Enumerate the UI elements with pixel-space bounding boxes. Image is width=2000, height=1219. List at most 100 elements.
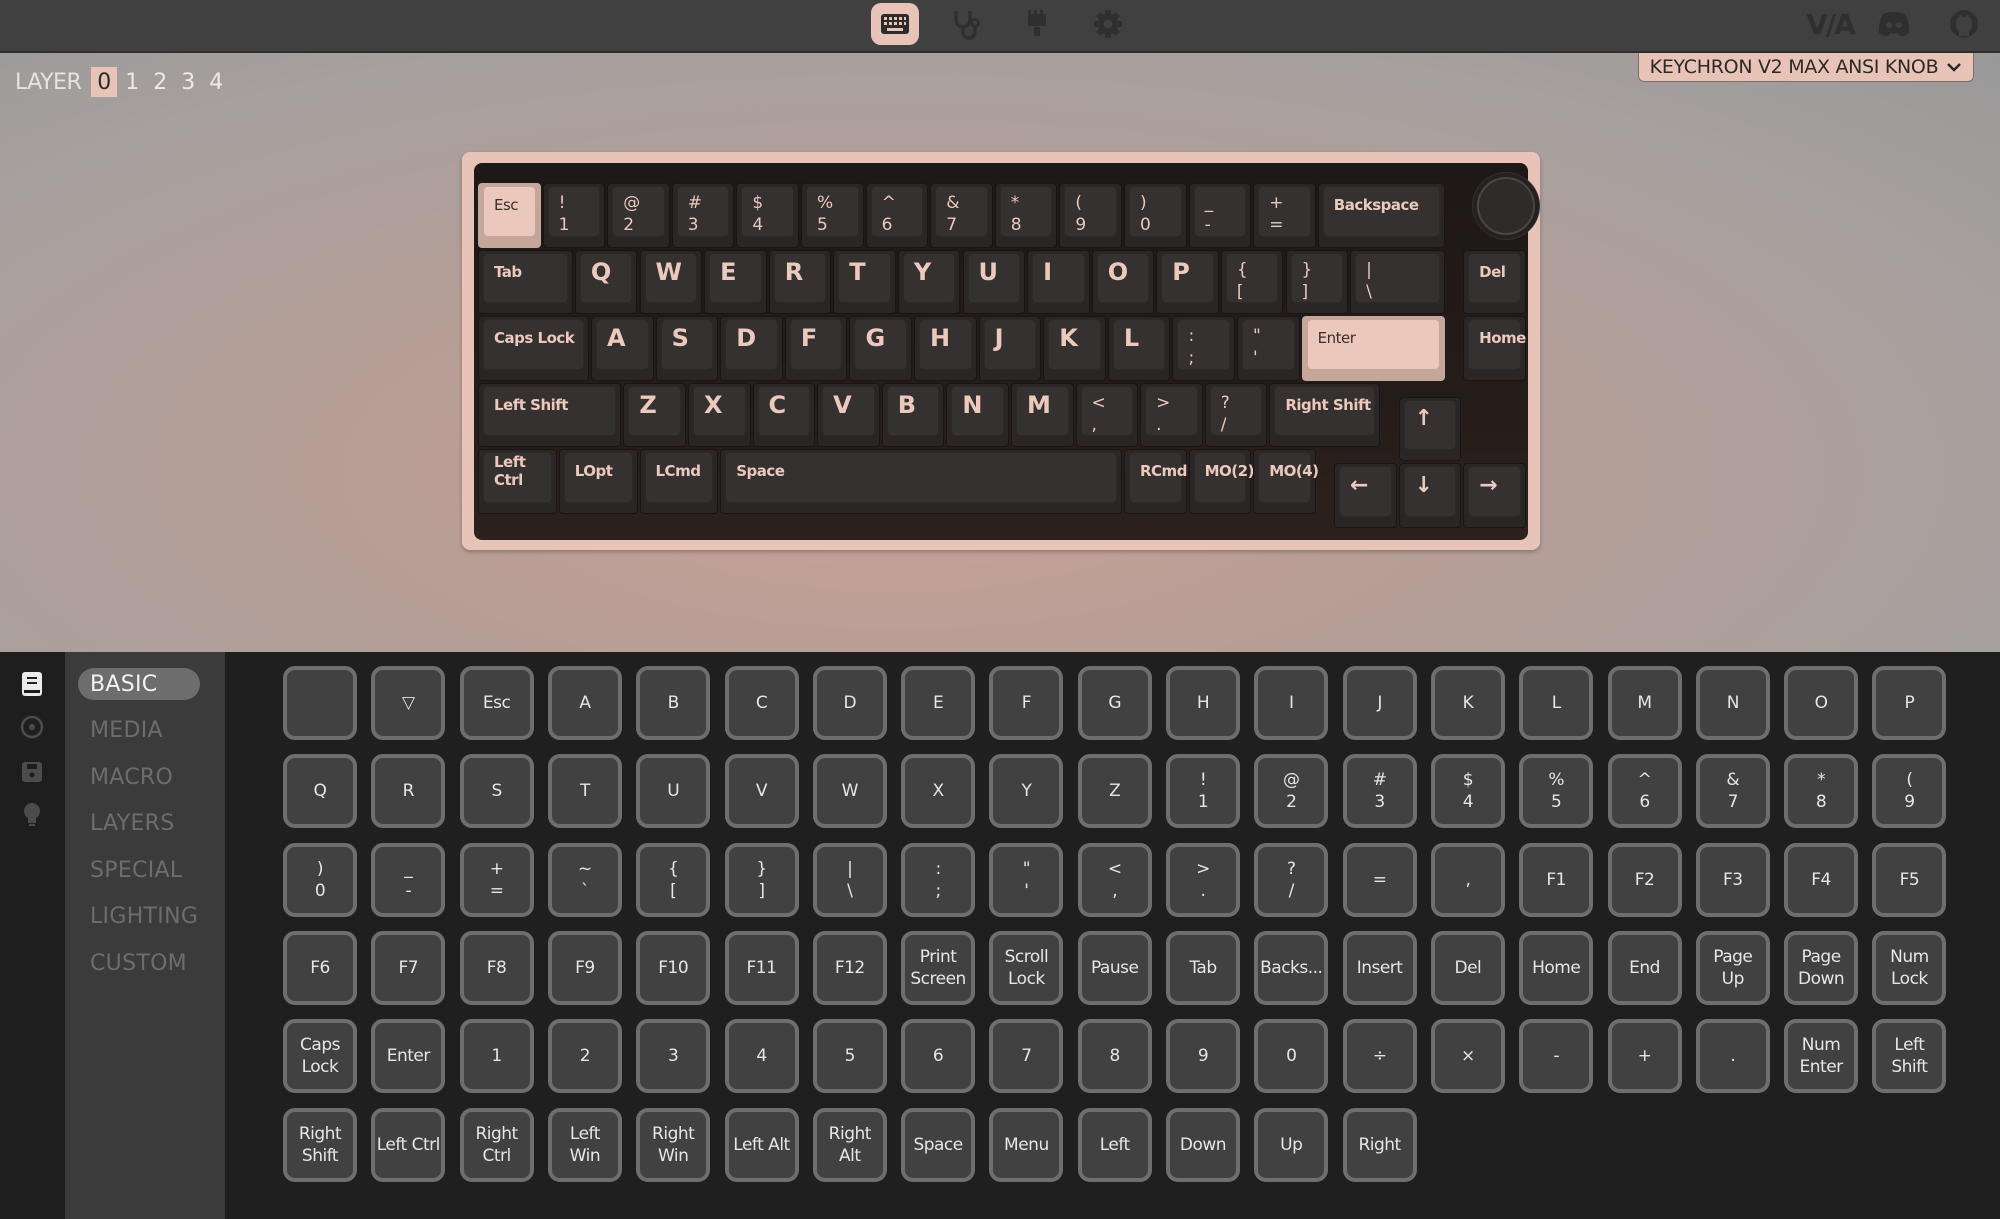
keycode-button[interactable]: Page Down: [1784, 930, 1859, 1005]
keyboard-key[interactable]: ? /: [1204, 382, 1268, 447]
keycode-button[interactable]: F9: [547, 930, 622, 1005]
settings-tab[interactable]: [1084, 3, 1132, 45]
keycode-button[interactable]: Right Ctrl: [459, 1107, 534, 1182]
keycode-button[interactable]: Up: [1254, 1107, 1329, 1182]
keycode-button[interactable]: F8: [459, 930, 534, 1005]
keycode-button[interactable]: 5: [812, 1019, 887, 1094]
keyboard-key[interactable]: % 5: [801, 183, 864, 248]
keycode-button[interactable]: 8: [1077, 1019, 1152, 1094]
keycode-button[interactable]: G: [1077, 666, 1152, 740]
keyboard-key[interactable]: _ -: [1188, 183, 1252, 248]
keyboard-key[interactable]: Tab: [478, 249, 573, 314]
keyboard-key[interactable]: Space: [720, 449, 1122, 514]
keycode-button[interactable]: F1: [1519, 842, 1594, 917]
keycode-button[interactable]: Left Alt: [724, 1107, 799, 1182]
keycode-button[interactable]: F: [989, 666, 1064, 740]
keycode-button[interactable]: Tab: [1166, 930, 1240, 1005]
keycode-button[interactable]: Backs...: [1254, 930, 1329, 1005]
keyboard-key[interactable]: : ;: [1172, 316, 1236, 381]
category-basic[interactable]: BASIC: [78, 668, 200, 700]
keycode-button[interactable]: & 7: [1695, 754, 1770, 829]
keycode-button[interactable]: P: [1872, 666, 1947, 740]
keycode-button[interactable]: Insert: [1342, 930, 1417, 1005]
keycode-button[interactable]: Left Shift: [1872, 1019, 1947, 1094]
keycode-button[interactable]: 1: [459, 1019, 534, 1094]
keycode-button[interactable]: C: [724, 666, 799, 740]
keyboard-key[interactable]: ^ 6: [865, 183, 929, 248]
keycode-button[interactable]: Right: [1342, 1107, 1417, 1182]
keycode-button[interactable]: Enter: [371, 1019, 446, 1094]
keycode-button[interactable]: 6: [901, 1019, 976, 1094]
keyboard-key[interactable]: ) 0: [1124, 183, 1187, 248]
keycode-button[interactable]: T: [547, 754, 622, 829]
keycode-button[interactable]: [283, 666, 357, 740]
keyboard-key[interactable]: R: [768, 249, 832, 314]
keyboard-key[interactable]: F: [784, 316, 848, 381]
keyboard-key[interactable]: { [: [1220, 249, 1284, 314]
keycode-button[interactable]: ÷: [1342, 1019, 1417, 1094]
keyboard-key[interactable]: < ,: [1075, 382, 1139, 447]
keycode-button[interactable]: @ 2: [1254, 754, 1329, 829]
keycode-button[interactable]: F7: [371, 930, 446, 1005]
keycode-button[interactable]: Home: [1519, 930, 1594, 1005]
keyboard-key[interactable]: C: [752, 382, 816, 447]
keyboard-key[interactable]: E: [704, 249, 767, 314]
keycode-button[interactable]: Left Ctrl: [371, 1107, 446, 1182]
device-selector[interactable]: KEYCHRON V2 MAX ANSI KNOB: [1638, 53, 1974, 82]
rotary-knob[interactable]: [1477, 177, 1535, 235]
keycode-button[interactable]: Space: [901, 1107, 976, 1182]
keycode-button[interactable]: F2: [1607, 842, 1682, 917]
layer-button-1[interactable]: 1: [119, 67, 145, 97]
keyboard-key[interactable]: M: [1010, 382, 1074, 447]
keycode-button[interactable]: W: [812, 754, 887, 829]
keycode-button[interactable]: 7: [989, 1019, 1064, 1094]
keycode-button[interactable]: +: [1607, 1019, 1682, 1094]
keycode-button[interactable]: ~ `: [547, 842, 622, 917]
keycode-button[interactable]: 3: [636, 1019, 711, 1094]
design-tab[interactable]: [1013, 3, 1061, 45]
keyboard-key[interactable]: Left Ctrl: [478, 449, 557, 514]
keycode-button[interactable]: # 3: [1342, 754, 1417, 829]
keycode-button[interactable]: Page Up: [1695, 930, 1770, 1005]
keycode-button[interactable]: J: [1342, 666, 1417, 740]
keycode-button[interactable]: Pause: [1077, 930, 1152, 1005]
keycode-button[interactable]: $ 4: [1430, 754, 1505, 829]
keyboard-key[interactable]: Q: [574, 249, 638, 314]
keycode-button[interactable]: ( 9: [1872, 754, 1947, 829]
keyboard-key[interactable]: G: [849, 316, 913, 381]
keyboard-key[interactable]: & 7: [930, 183, 993, 248]
keyboard-key[interactable]: # 3: [671, 183, 735, 248]
keycode-button[interactable]: Esc: [459, 666, 534, 740]
via-logo-link[interactable]: V/A: [1804, 8, 1856, 41]
keycode-button[interactable]: 2: [547, 1019, 622, 1094]
category-layers[interactable]: LAYERS: [78, 808, 200, 840]
keycode-button[interactable]: Menu: [989, 1107, 1064, 1182]
keycode-button[interactable]: Y: [989, 754, 1064, 829]
keyboard-key[interactable]: } ]: [1285, 249, 1349, 314]
keyboard-key[interactable]: ( 9: [1059, 183, 1122, 248]
keyboard-key[interactable]: Enter: [1301, 316, 1445, 381]
keyboard-key[interactable]: A: [591, 316, 654, 381]
layer-button-3[interactable]: 3: [175, 67, 201, 97]
category-media[interactable]: MEDIA: [78, 715, 200, 747]
keycode-button[interactable]: * 8: [1784, 754, 1859, 829]
category-custom[interactable]: CUSTOM: [78, 947, 200, 979]
keycode-button[interactable]: : ;: [901, 842, 976, 917]
keyboard-key[interactable]: P: [1156, 249, 1219, 314]
keycode-button[interactable]: { [: [636, 842, 711, 917]
keyboard-key[interactable]: Caps Lock: [478, 316, 590, 381]
keyboard-key[interactable]: Esc: [478, 183, 541, 248]
keycode-button[interactable]: F3: [1695, 842, 1770, 917]
layer-button-4[interactable]: 4: [203, 67, 229, 97]
keycode-button[interactable]: 4: [724, 1019, 799, 1094]
keyboard-key[interactable]: H: [914, 316, 977, 381]
keycode-button[interactable]: U: [636, 754, 711, 829]
keycode-button[interactable]: F5: [1872, 842, 1947, 917]
keycode-button[interactable]: 9: [1166, 1019, 1240, 1094]
keyboard-key[interactable]: Backspace: [1317, 183, 1445, 248]
keycode-button[interactable]: " ': [989, 842, 1064, 917]
keycode-button[interactable]: 0: [1254, 1019, 1329, 1094]
keycode-button[interactable]: M: [1607, 666, 1682, 740]
keycode-button[interactable]: K: [1430, 666, 1505, 740]
keyboard-key[interactable]: > .: [1140, 382, 1203, 447]
